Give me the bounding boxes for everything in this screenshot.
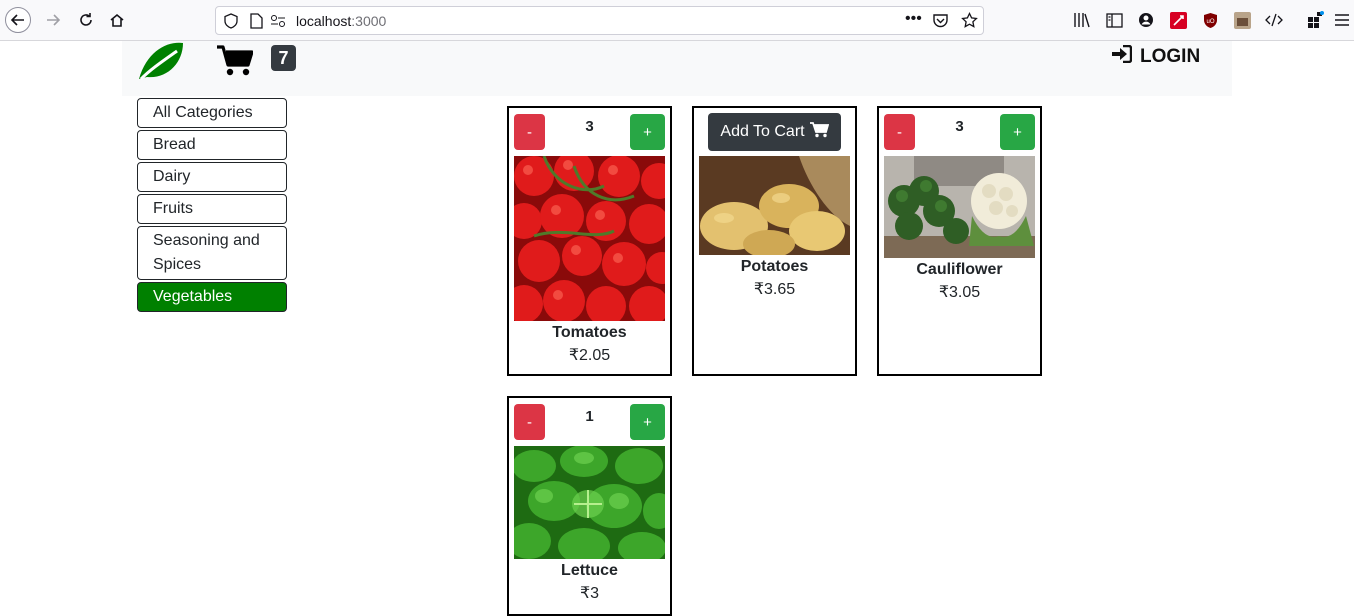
app-navbar: 7 LOGIN [122, 41, 1232, 96]
extensions-icon[interactable] [1306, 10, 1326, 30]
bookmark-star-icon[interactable] [961, 11, 978, 34]
category-dairy[interactable]: Dairy [137, 162, 287, 192]
ublock-icon[interactable]: uO [1200, 10, 1220, 30]
product-name: Tomatoes [552, 324, 627, 341]
product-card-potatoes: Add To Cart Potatoes ₹3.65 [692, 106, 857, 376]
page-icon[interactable] [250, 13, 263, 34]
extension-image-icon[interactable] [1232, 10, 1252, 30]
url-text[interactable]: localhost:3000 [296, 13, 386, 29]
increase-quantity-button[interactable]: + [1000, 114, 1035, 150]
increase-quantity-button[interactable]: + [630, 114, 665, 150]
add-to-cart-button[interactable]: Add To Cart [708, 113, 841, 151]
category-fruits[interactable]: Fruits [137, 194, 287, 224]
product-image-tomatoes [514, 156, 665, 321]
category-all[interactable]: All Categories [137, 98, 287, 128]
cart-icon [809, 121, 829, 143]
menu-icon[interactable] [1332, 10, 1352, 30]
login-label: LOGIN [1140, 46, 1201, 67]
back-arrow-icon[interactable] [5, 7, 31, 33]
category-list: All Categories Bread Dairy Fruits Season… [137, 98, 287, 314]
category-bread[interactable]: Bread [137, 130, 287, 160]
forward-arrow-icon[interactable] [40, 7, 66, 33]
extension-red-icon[interactable] [1168, 10, 1188, 30]
product-card-lettuce: - 1 + Lettuce ₹3 [507, 396, 672, 616]
product-price: ₹3.05 [938, 284, 981, 301]
product-price: ₹3.65 [753, 281, 796, 298]
increase-quantity-button[interactable]: + [630, 404, 665, 440]
product-price: ₹2.05 [568, 347, 611, 364]
product-image-lettuce [514, 446, 665, 559]
cart-count-badge: 7 [271, 45, 296, 71]
product-name: Cauliflower [916, 261, 1003, 278]
sign-in-icon [1112, 44, 1133, 69]
category-vegetables[interactable]: Vegetables [137, 282, 287, 312]
sidebar-icon[interactable] [1104, 10, 1124, 30]
more-actions-icon[interactable]: ••• [905, 10, 922, 28]
product-card-cauliflower: - 3 + Cauliflower ₹3.05 [877, 106, 1042, 376]
reload-icon[interactable] [73, 7, 99, 33]
url-bar[interactable]: localhost:3000 ••• [215, 6, 984, 35]
library-icon[interactable] [1072, 10, 1092, 30]
dev-tools-icon[interactable] [1264, 10, 1284, 30]
product-name: Lettuce [561, 562, 618, 579]
product-image-potatoes [699, 156, 850, 255]
category-seasoning-and-spices[interactable]: Seasoning and Spices [137, 226, 287, 280]
product-price: ₹3 [579, 585, 600, 602]
login-link[interactable]: LOGIN [1112, 44, 1201, 69]
home-icon[interactable] [104, 7, 130, 33]
pocket-icon[interactable] [932, 13, 949, 34]
shopping-cart-icon[interactable] [217, 45, 254, 77]
product-image-cauliflower [884, 156, 1035, 258]
browser-toolbar: localhost:3000 ••• uO [0, 0, 1354, 41]
leaf-logo-icon[interactable] [137, 41, 185, 81]
product-name: Potatoes [740, 258, 809, 275]
permissions-icon[interactable] [270, 14, 286, 33]
svg-text:uO: uO [1206, 19, 1214, 25]
add-to-cart-label: Add To Cart [720, 123, 805, 140]
product-card-tomatoes: - 3 + Tomatoes ₹2.05 [507, 106, 672, 376]
account-icon[interactable] [1136, 10, 1156, 30]
shield-icon[interactable] [224, 13, 238, 34]
